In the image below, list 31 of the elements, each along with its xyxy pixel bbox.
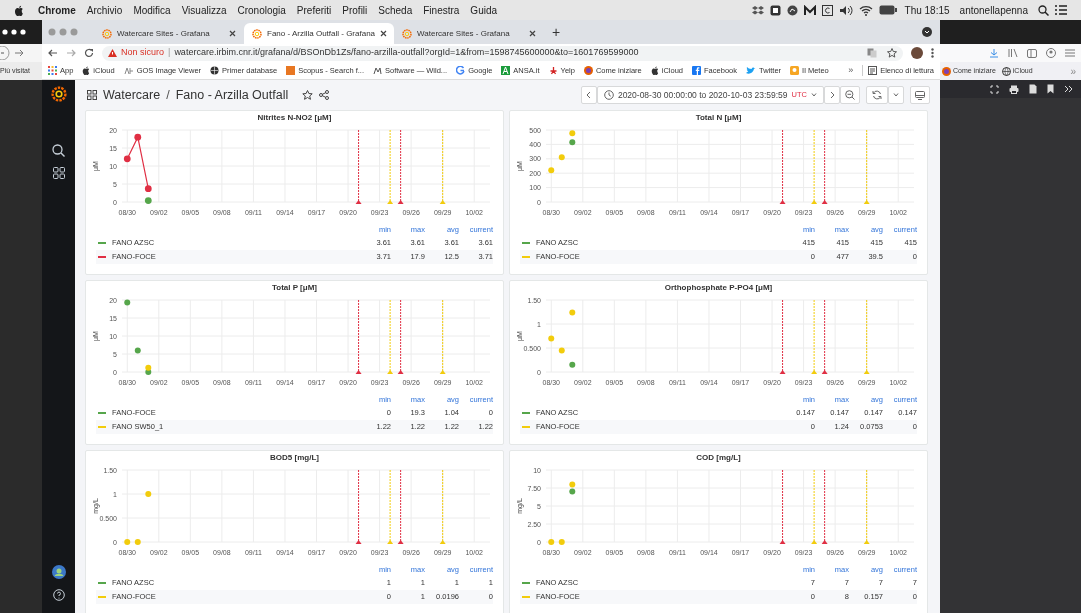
- menu-item[interactable]: Preferiti: [296, 2, 332, 18]
- time-range-text: 2020-08-30 00:00:00 to 2020-10-03 23:59:59: [617, 88, 788, 102]
- address-separator: |: [168, 46, 171, 60]
- menu-item[interactable]: Scheda: [378, 2, 413, 18]
- menu-item[interactable]: Chrome: [38, 2, 76, 18]
- menu-item[interactable]: Visualizza: [181, 2, 227, 18]
- address-bar[interactable]: Non sicuro | watercare.irbim.cnr.it/grafana/d/BSOnDb1Zs/fano-arzilla-outfall?orgId=1&from=1598745600000&to=1601769599000: [102, 45, 903, 61]
- breadcrumb-link[interactable]: Watercare: [103, 85, 161, 105]
- panel-title: Orthophosphate P-PO4 [μM]: [664, 282, 773, 294]
- bookmarks-overflow-button[interactable]: »: [848, 63, 854, 78]
- panel-title: Nitrites N-NO2 [μM]: [257, 112, 332, 124]
- panel-title: COD [mg/L]: [696, 452, 741, 464]
- menu-clock[interactable]: Thu 18:15: [904, 2, 950, 18]
- panel-title: BOD5 [mg/L]: [270, 452, 319, 464]
- browser-tab[interactable]: Fano - Arzilla Outfall - Grafana: [244, 23, 394, 44]
- user-name[interactable]: antonellapenna: [959, 2, 1028, 18]
- menu-item[interactable]: Modifica: [133, 2, 171, 18]
- browser-tab[interactable]: Watercare Sites - Grafana: [394, 23, 544, 44]
- browser-tab[interactable]: Watercare Sites - Grafana: [94, 23, 244, 44]
- menu-item[interactable]: Finestra: [423, 2, 460, 18]
- breadcrumb-separator: /: [166, 86, 170, 104]
- menu-item[interactable]: Profili: [342, 2, 368, 18]
- dashboard-title[interactable]: Fano - Arzilla Outfall: [175, 85, 289, 105]
- menu-item[interactable]: Cronologia: [237, 2, 286, 18]
- menu-item[interactable]: Archivio: [86, 2, 123, 18]
- menu-item[interactable]: Guida: [470, 2, 498, 18]
- panel-title: Total N [μM]: [695, 112, 742, 124]
- panel-title: Total P [μM]: [271, 282, 317, 294]
- new-tab-button[interactable]: +: [552, 21, 561, 43]
- url-text[interactable]: watercare.irbim.cnr.it/grafana/d/BSOnDb1Zs/fano-arzilla-outfall?orgId=1&from=1598745600000&to=1601769599000: [174, 46, 863, 60]
- security-warning[interactable]: Non sicuro: [121, 46, 165, 60]
